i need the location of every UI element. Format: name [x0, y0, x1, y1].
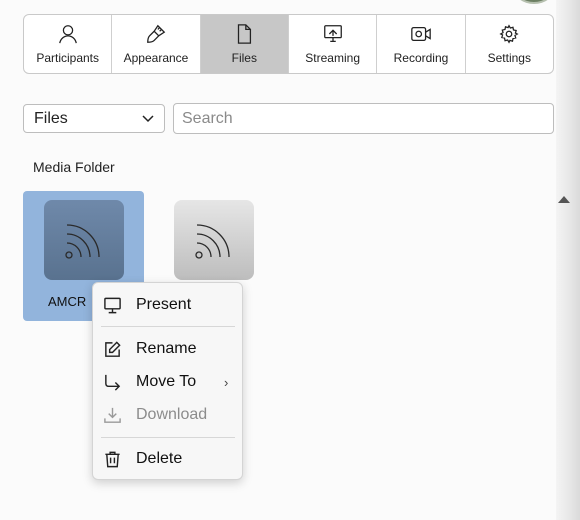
- tab-appearance[interactable]: Appearance: [112, 15, 201, 73]
- files-panel: Participants Appearance Files Streaming …: [0, 0, 580, 520]
- scroll-up-arrow-icon[interactable]: [558, 196, 570, 203]
- download-icon: [104, 407, 121, 423]
- menu-item-label: Download: [136, 406, 208, 423]
- menu-item-rename[interactable]: Rename: [93, 334, 244, 364]
- tab-label: Files: [231, 51, 257, 65]
- edit-icon: [105, 341, 121, 357]
- submenu-chevron-icon: ›: [224, 374, 229, 390]
- tab-participants[interactable]: Participants: [24, 15, 113, 73]
- menu-item-delete[interactable]: Delete: [93, 444, 244, 474]
- gear-icon: [499, 24, 519, 44]
- chevron-down-icon: [142, 114, 154, 122]
- tab-files[interactable]: Files: [200, 15, 289, 73]
- rss-feed-icon: [195, 224, 230, 259]
- trash-icon: [105, 451, 120, 468]
- scrollbar-track[interactable]: [556, 0, 580, 520]
- menu-item-move-to[interactable]: Move To ›: [93, 367, 244, 397]
- rss-feed-icon: [65, 224, 100, 259]
- tab-recording[interactable]: Recording: [377, 15, 466, 73]
- avatar[interactable]: [514, 0, 554, 4]
- menu-item-label: Present: [136, 296, 192, 313]
- cast-screen-icon: [323, 25, 342, 42]
- paintbrush-icon: [147, 24, 166, 43]
- tab-label: Participants: [36, 51, 100, 65]
- menu-divider: [101, 326, 235, 327]
- menu-item-download[interactable]: Download: [93, 400, 244, 430]
- search-input[interactable]: [173, 103, 554, 134]
- menu-item-label: Move To: [136, 373, 197, 390]
- person-icon: [58, 25, 77, 44]
- tab-bar: Participants Appearance Files Streaming …: [23, 14, 554, 74]
- tab-label: Settings: [487, 51, 531, 65]
- tab-label: Streaming: [305, 51, 360, 65]
- media-folder-label: Media Folder: [33, 159, 115, 175]
- tab-label: Appearance: [123, 51, 189, 65]
- tab-streaming[interactable]: Streaming: [289, 15, 378, 73]
- move-arrow-icon: [105, 374, 121, 391]
- tab-label: Recording: [393, 51, 449, 65]
- menu-item-label: Delete: [136, 450, 183, 467]
- menu-item-label: Rename: [136, 340, 197, 357]
- file-type-select[interactable]: Files: [23, 104, 165, 133]
- tab-settings[interactable]: Settings: [466, 15, 553, 73]
- file-type-select-value: Files: [34, 109, 68, 127]
- video-camera-icon: [411, 26, 431, 42]
- media-item-label: AMCR: [48, 294, 87, 309]
- menu-item-present[interactable]: Present: [93, 290, 244, 320]
- file-icon: [238, 24, 252, 44]
- media-thumbnail: [174, 200, 254, 280]
- menu-divider: [101, 437, 235, 438]
- monitor-icon: [104, 297, 121, 314]
- context-menu: Present Rename Move To › Download Delete: [92, 282, 243, 480]
- media-thumbnail: [44, 200, 124, 280]
